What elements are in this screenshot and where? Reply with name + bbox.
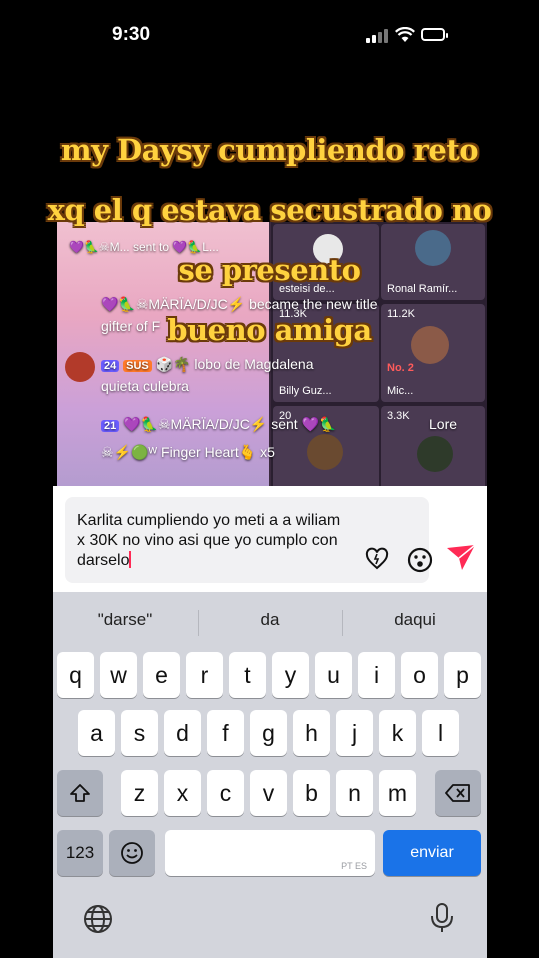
chat-text: 🎲🌴 lobo de Magdalena — [155, 356, 314, 372]
caption-line-1: my Daysy cumpliendo reto — [60, 133, 479, 167]
key-s[interactable]: s — [121, 710, 158, 756]
chat-message: quieta culebra — [101, 378, 189, 394]
guest-rank: No. 2 — [387, 362, 414, 374]
key-e[interactable]: e — [143, 652, 180, 698]
key-g[interactable]: g — [250, 710, 287, 756]
keyboard: "darse" da daqui q w e r t y u i o p a s… — [53, 592, 487, 958]
key-x[interactable]: x — [164, 770, 201, 816]
numbers-key[interactable]: 123 — [57, 830, 103, 876]
key-f[interactable]: f — [207, 710, 244, 756]
send-icon[interactable] — [445, 542, 477, 572]
text-cursor — [129, 551, 132, 568]
key-q[interactable]: q — [57, 652, 94, 698]
guest-name: Mic... — [387, 385, 414, 397]
lore-label: Lore — [429, 416, 458, 432]
key-d[interactable]: d — [164, 710, 201, 756]
emoji-icon — [121, 842, 143, 864]
return-key[interactable]: enviar — [383, 830, 481, 876]
keyboard-languages: PT ES — [341, 861, 367, 871]
globe-icon[interactable] — [83, 904, 113, 934]
clock: 9:30 — [112, 24, 151, 45]
key-n[interactable]: n — [336, 770, 373, 816]
shift-icon — [70, 784, 90, 802]
key-w[interactable]: w — [100, 652, 137, 698]
subscriber-badge: SUS — [123, 360, 152, 372]
key-i[interactable]: i — [358, 652, 395, 698]
wifi-icon — [395, 27, 415, 42]
key-c[interactable]: c — [207, 770, 244, 816]
space-bar[interactable]: PT ES — [165, 830, 375, 876]
key-z[interactable]: z — [121, 770, 158, 816]
key-b[interactable]: b — [293, 770, 330, 816]
key-m[interactable]: m — [379, 770, 416, 816]
avatar — [307, 434, 343, 470]
key-k[interactable]: k — [379, 710, 416, 756]
suggestion-3[interactable]: daqui — [343, 610, 487, 630]
avatar — [65, 352, 95, 382]
chat-message: 24 SUS 🎲🌴 lobo de Magdalena — [101, 356, 314, 373]
guest-count: 3.3K — [387, 410, 410, 422]
message-composer: Karlita cumpliendo yo meti a a wiliam x … — [53, 486, 487, 592]
key-h[interactable]: h — [293, 710, 330, 756]
key-j[interactable]: j — [336, 710, 373, 756]
emoji-key[interactable] — [109, 830, 155, 876]
microphone-icon[interactable] — [429, 902, 455, 934]
key-l[interactable]: l — [422, 710, 459, 756]
chat-message: 💜🦜☠MÄRÏA/D/JC⚡ became the new title — [101, 296, 378, 312]
guest-name: Billy Guz... — [279, 385, 332, 397]
suggestion-2[interactable]: da — [198, 610, 342, 630]
message-input[interactable]: Karlita cumpliendo yo meti a a wiliam x … — [65, 497, 433, 583]
gift-sent-banner: 💜🦜☠M... sent to 💜🦜L... — [69, 240, 219, 254]
key-v[interactable]: v — [250, 770, 287, 816]
key-o[interactable]: o — [401, 652, 438, 698]
gift-name: ☠⚡🟢ᵂ Finger Heart🫰 x5 — [101, 444, 275, 460]
key-p[interactable]: p — [444, 652, 481, 698]
caption-line-2: xq el q estava secustrado no — [47, 193, 492, 227]
backspace-icon — [445, 784, 470, 802]
key-y[interactable]: y — [272, 652, 309, 698]
caption-line-4: bueno amiga — [167, 313, 372, 347]
status-bar: 9:30 — [0, 0, 539, 70]
suggestion-1[interactable]: "darse" — [53, 610, 197, 630]
level-badge: 24 — [101, 360, 120, 372]
signal-icon — [366, 29, 388, 43]
caption-line-3: se presento — [178, 253, 361, 287]
chat-message: 21 💜🦜☠MÄRÏA/D/JC⚡ sent 💜🦜 — [101, 416, 336, 433]
avatar — [417, 436, 453, 472]
chat-text: 💜🦜☠MÄRÏA/D/JC⚡ sent 💜🦜 — [123, 416, 337, 432]
key-a[interactable]: a — [78, 710, 115, 756]
message-text: Karlita cumpliendo yo meti a a wiliam x … — [77, 512, 341, 569]
heart-icon[interactable] — [365, 547, 389, 571]
key-t[interactable]: t — [229, 652, 266, 698]
key-u[interactable]: u — [315, 652, 352, 698]
emoji-icon[interactable] — [407, 547, 433, 573]
delete-key[interactable] — [435, 770, 481, 816]
level-badge: 21 — [101, 420, 120, 432]
battery-icon — [421, 28, 448, 41]
shift-key[interactable] — [57, 770, 103, 816]
key-r[interactable]: r — [186, 652, 223, 698]
